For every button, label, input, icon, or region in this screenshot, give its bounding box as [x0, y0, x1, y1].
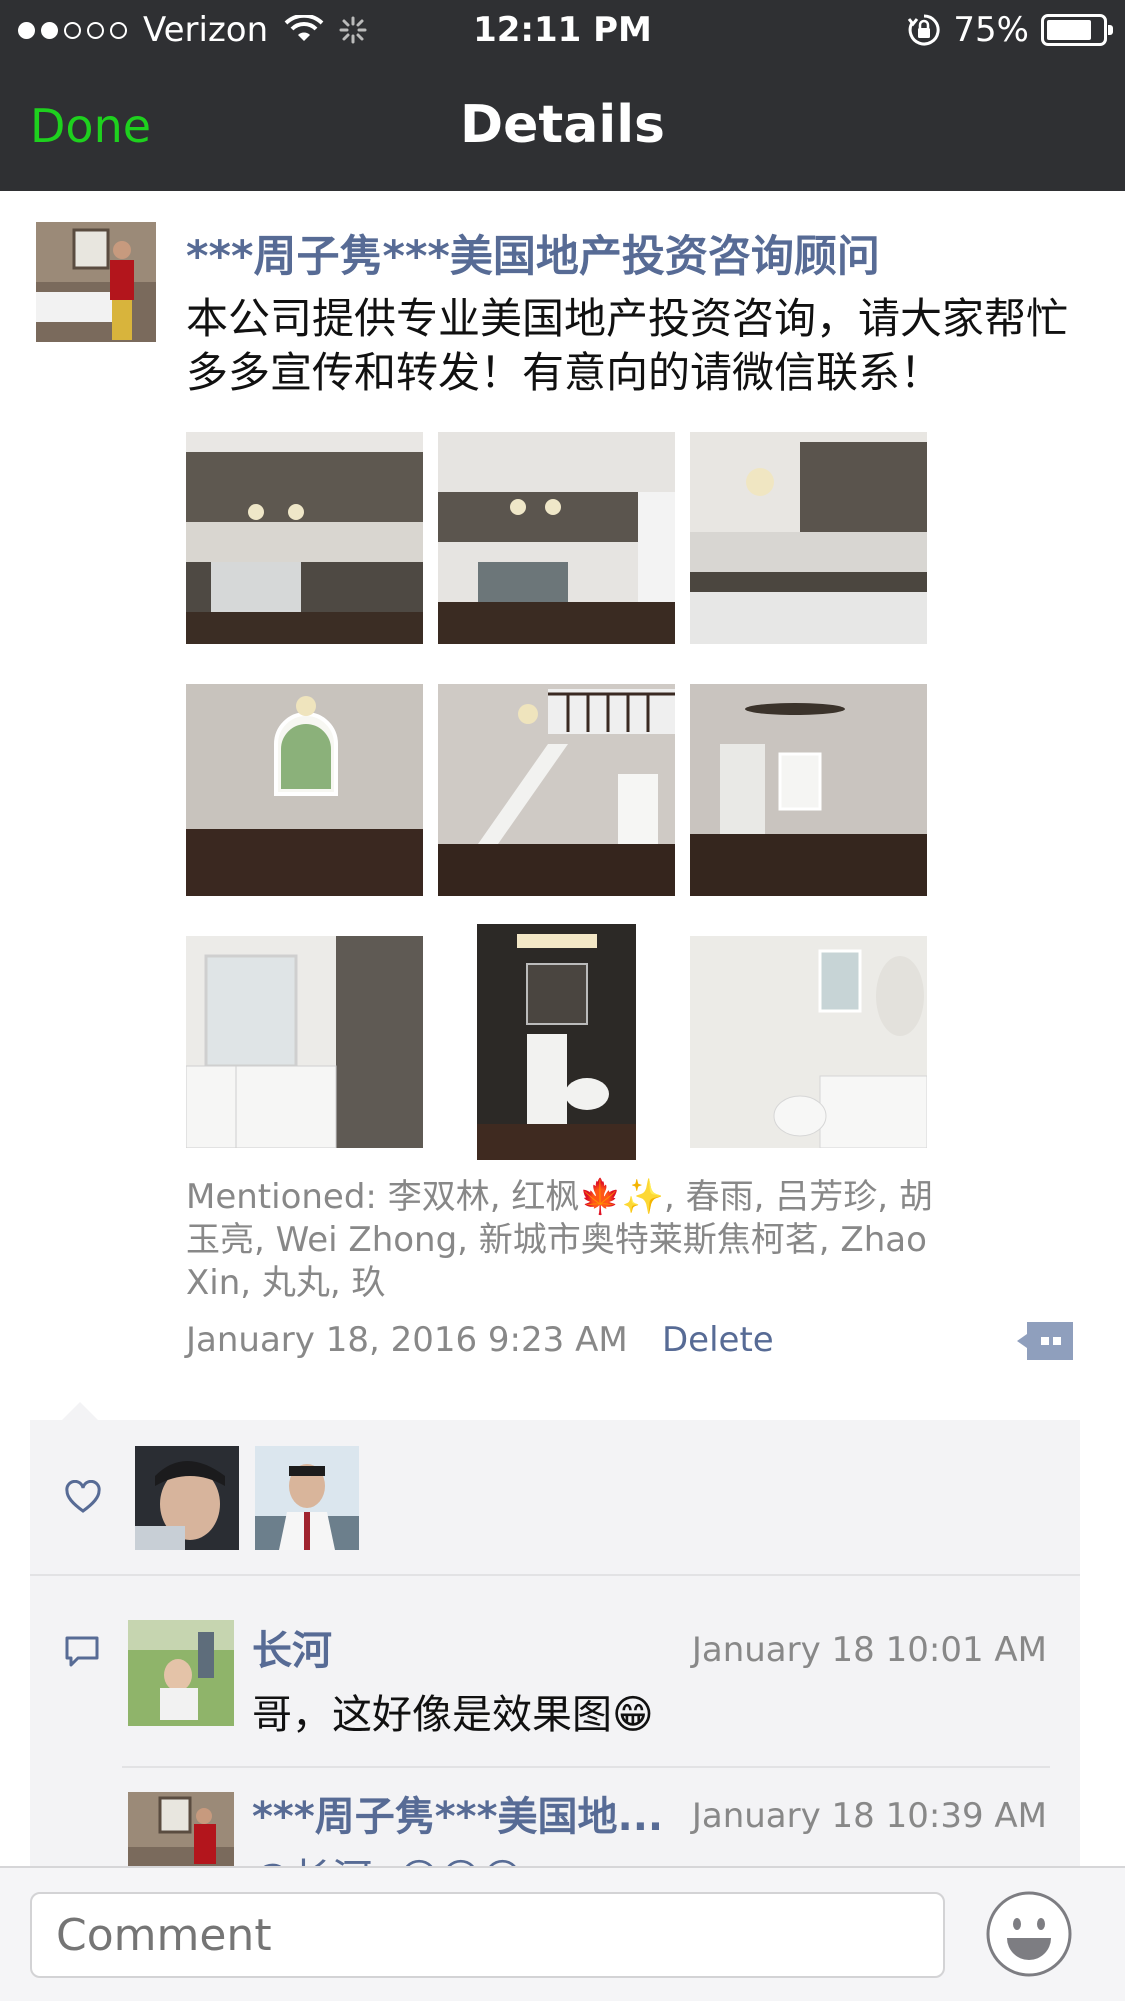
- post-timestamp: January 18, 2016 9:23 AM: [186, 1320, 628, 1360]
- smiley-face-icon[interactable]: [985, 1890, 1073, 1978]
- post-author-name[interactable]: ***周子隽***美国地产投资咨询顾问: [186, 222, 880, 284]
- kitchen-photo-1[interactable]: [186, 432, 423, 644]
- mentioned-prefix: Mentioned:: [186, 1177, 388, 1217]
- commenter-name[interactable]: ***周子隽***美国地...: [252, 1784, 663, 1842]
- comment-time: January 18 10:01 AM: [691, 1630, 1047, 1670]
- comment-input[interactable]: [30, 1892, 945, 1978]
- panel-pointer: [62, 1402, 98, 1420]
- battery-icon: [1041, 14, 1113, 46]
- comment-divider: [122, 1766, 1050, 1768]
- bathroom-photo-1[interactable]: [186, 936, 423, 1148]
- bedroom-photo[interactable]: [690, 684, 927, 896]
- bathroom-photo-2[interactable]: [690, 936, 927, 1148]
- page-title: Details: [460, 95, 665, 155]
- comment-options-icon[interactable]: [1015, 1320, 1075, 1362]
- heart-icon: [65, 1480, 101, 1513]
- powder-room-photo[interactable]: [477, 924, 636, 1160]
- comment-text: 哥，这好像是效果图😁: [252, 1692, 654, 1738]
- delete-button[interactable]: Delete: [662, 1320, 774, 1360]
- likes-divider: [30, 1574, 1080, 1576]
- status-right: 75%: [907, 10, 1113, 50]
- kitchen-photo-3[interactable]: [690, 432, 927, 644]
- liker-avatar-1[interactable]: [135, 1446, 239, 1550]
- author-avatar[interactable]: [36, 222, 156, 342]
- commenter-avatar[interactable]: [128, 1620, 234, 1726]
- comment-bubble-icon: [65, 1636, 99, 1667]
- liker-avatar-2[interactable]: [255, 1446, 359, 1550]
- commenter-name[interactable]: 长河: [252, 1618, 332, 1676]
- post-text: 本公司提供专业美国地产投资咨询，请大家帮忙多多宣传和转发！有意向的请微信联系！: [186, 294, 1069, 397]
- mentioned-list: Mentioned: 李双林, 红枫🍁✨, 春雨, 吕芳珍, 胡玉亮, Wei …: [186, 1176, 946, 1305]
- staircase-photo[interactable]: [438, 684, 675, 896]
- kitchen-photo-2[interactable]: [438, 432, 675, 644]
- status-bar: Verizon 12:11 PM 75%: [0, 0, 1125, 63]
- living-room-photo[interactable]: [186, 684, 423, 896]
- comment-time: January 18 10:39 AM: [691, 1796, 1047, 1836]
- battery-percent: 75%: [953, 10, 1029, 50]
- navigation-bar: Done Details: [0, 63, 1125, 191]
- orientation-lock-icon: [908, 14, 941, 46]
